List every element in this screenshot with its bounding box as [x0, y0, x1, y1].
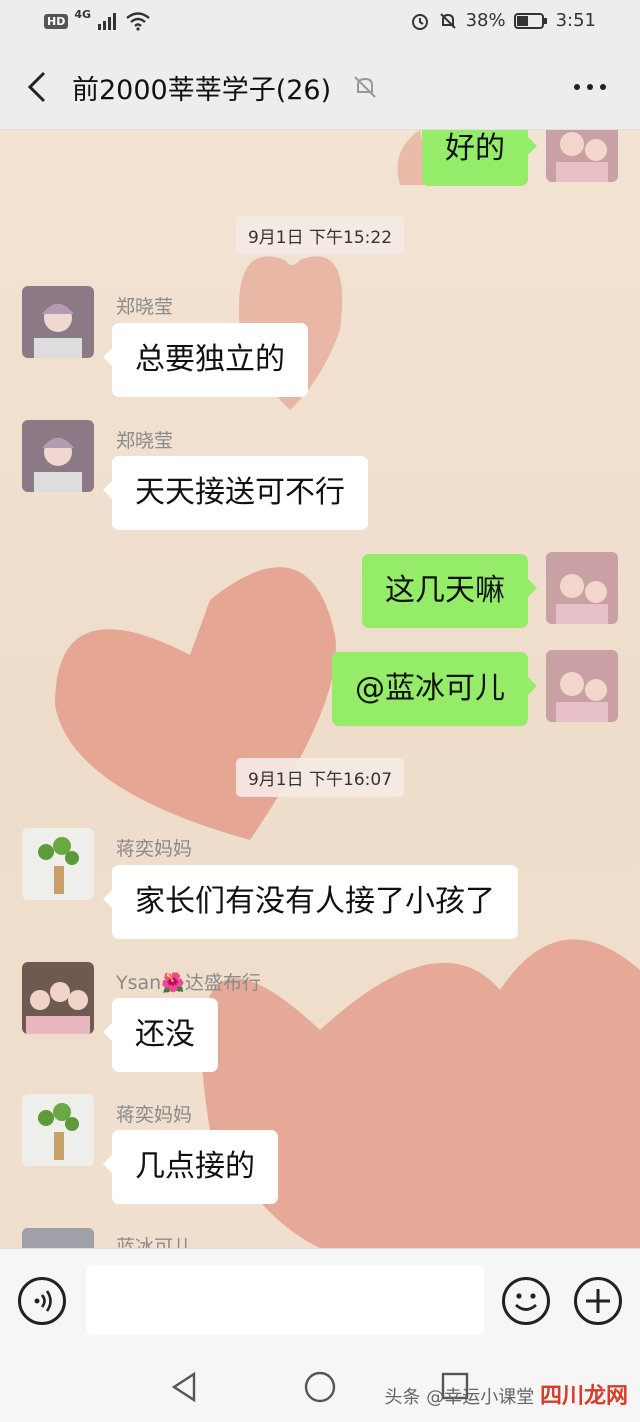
message-bubble-incoming[interactable]: 天天接送可不行 [103, 456, 368, 530]
sender-name: 蒋奕妈妈 [116, 838, 193, 860]
network-label: 4G [74, 7, 92, 21]
emoji-icon[interactable] [502, 1277, 550, 1325]
sender-name: 蒋奕妈妈 [116, 1104, 193, 1126]
status-bar: HD 4G 38% 3:51 [0, 0, 640, 44]
chat-area[interactable]: 好的 9月1日 下午15:22 郑晓莹 总要独立的 郑晓莹 天天接送可不行 这几… [0, 130, 640, 1248]
message-bubble-outgoing[interactable]: 好的 [422, 130, 537, 186]
sender-avatar[interactable] [22, 286, 94, 358]
hd-badge: HD [44, 13, 69, 29]
self-avatar[interactable] [546, 650, 618, 722]
message-bubble-outgoing[interactable]: 这几天嘛 [362, 554, 537, 628]
plus-icon[interactable] [574, 1277, 622, 1325]
input-bar [0, 1248, 640, 1352]
sender-avatar[interactable] [22, 420, 94, 492]
sender-avatar[interactable] [22, 1228, 94, 1248]
message-bubble-incoming[interactable]: 总要独立的 [103, 323, 308, 397]
message-bubble-incoming[interactable]: 几点接的 [103, 1130, 278, 1204]
watermark: 头条 @幸运小课堂 四川龙网 [384, 1384, 628, 1409]
message-bubble-outgoing[interactable]: @蓝冰可儿 [332, 652, 537, 726]
battery-percent: 38% [465, 10, 506, 31]
voice-icon[interactable] [18, 1277, 66, 1325]
self-avatar[interactable] [546, 552, 618, 624]
clock: 3:51 [555, 10, 596, 31]
sender-name: 蓝冰可儿 [116, 1236, 193, 1248]
triangle-back-icon[interactable] [168, 1370, 200, 1404]
wifi-icon [126, 12, 150, 31]
battery-icon [513, 12, 547, 29]
message-bubble-incoming[interactable]: 家长们有没有人接了小孩了 [103, 865, 518, 939]
sender-name: 郑晓莹 [116, 296, 174, 318]
muted-bell-icon [354, 76, 376, 98]
timestamp: 9月1日 下午16:07 [0, 758, 640, 797]
alarm-icon [411, 13, 428, 30]
sender-avatar[interactable] [22, 1094, 94, 1166]
sender-name: 郑晓莹 [116, 430, 174, 452]
back-arrow-icon[interactable] [22, 70, 54, 104]
chat-header: 前2000莘莘学子(26) [0, 44, 640, 130]
sender-avatar[interactable] [22, 828, 94, 900]
signal-icon [98, 13, 117, 30]
mute-bell-icon [439, 12, 456, 29]
sender-avatar[interactable] [22, 962, 94, 1034]
more-options-icon[interactable] [574, 84, 606, 90]
heart-background [55, 130, 640, 1248]
self-avatar[interactable] [546, 130, 618, 182]
message-input[interactable] [86, 1265, 484, 1335]
sender-name: Ysan🌺达盛布行 [116, 972, 261, 994]
circle-home-icon[interactable] [302, 1369, 338, 1405]
group-title[interactable]: 前2000莘莘学子(26) [72, 68, 331, 107]
message-bubble-incoming[interactable]: 还没 [103, 998, 218, 1072]
timestamp: 9月1日 下午15:22 [0, 216, 640, 255]
